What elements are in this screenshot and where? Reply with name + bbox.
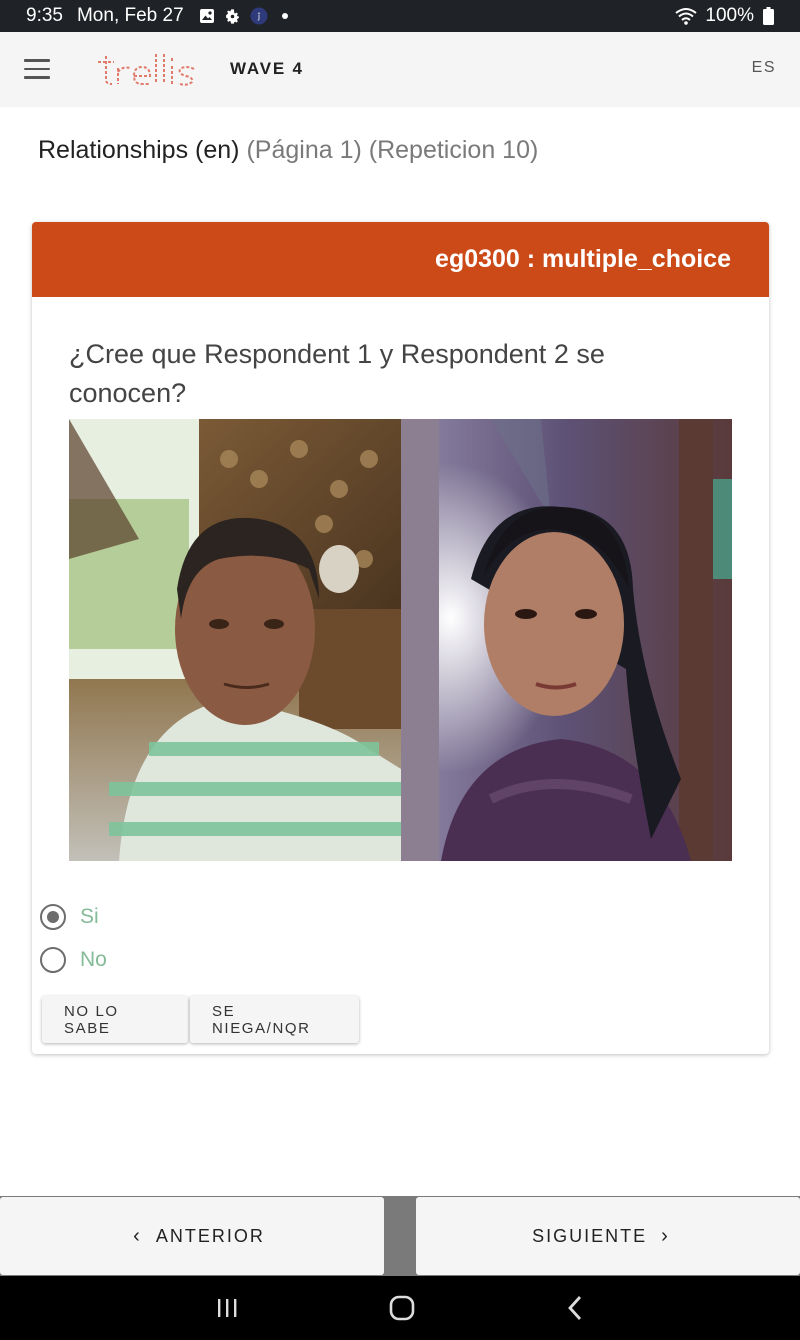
option-label: No <box>80 947 107 971</box>
status-time: 9:35 <box>26 5 63 26</box>
next-button[interactable]: SIGUIENTE › <box>416 1197 800 1275</box>
recent-apps-icon[interactable] <box>207 1292 247 1324</box>
dont-know-button[interactable]: NO LO SABE <box>42 996 188 1043</box>
previous-label: ANTERIOR <box>155 1225 265 1246</box>
answer-options: Si No <box>40 895 107 981</box>
question-id-type: eg0300 : multiple_choice <box>435 245 731 273</box>
study-title: WAVE 4 <box>230 59 304 78</box>
repetition-label: (Repeticion 10) <box>368 136 539 164</box>
respondent-photos <box>69 419 732 861</box>
system-navigation-bar <box>0 1276 800 1340</box>
section-name: Relationships (en) <box>38 136 240 164</box>
special-answer-buttons: NO LO SABE SE NIEGA/NQR <box>42 996 359 1043</box>
home-icon[interactable] <box>382 1292 422 1324</box>
respondent-1-photo <box>69 419 401 861</box>
question-text: ¿Cree que Respondent 1 y Respondent 2 se… <box>69 339 605 408</box>
status-bar: 9:35 Mon, Feb 27 ĵ 100% <box>0 0 800 32</box>
app-notification-icon: ĵ <box>250 7 268 25</box>
battery-icon <box>762 7 774 25</box>
page-number-label: (Página 1) <box>246 136 362 164</box>
wifi-icon <box>675 7 698 25</box>
question-card: eg0300 : multiple_choice ¿Cree que Respo… <box>32 222 769 1054</box>
settings-gear-icon <box>224 7 242 25</box>
refused-button[interactable]: SE NIEGA/NQR <box>190 996 359 1043</box>
option-si[interactable]: Si <box>40 895 107 938</box>
language-toggle-button[interactable]: ES <box>752 59 776 77</box>
respondent-2-photo <box>400 419 732 861</box>
battery-percent: 100% <box>705 5 754 26</box>
page-title: Relationships (en) (Página 1) (Repeticio… <box>38 136 538 165</box>
option-no[interactable]: No <box>40 938 107 981</box>
hamburger-menu-icon[interactable] <box>24 59 50 79</box>
app-bar: WAVE 4 ES <box>0 32 800 107</box>
option-label: Si <box>80 904 99 928</box>
radio-unselected-icon[interactable] <box>40 946 66 973</box>
chevron-left-icon: ‹ <box>133 1224 142 1247</box>
more-notifications-dot-icon <box>281 13 288 19</box>
previous-button[interactable]: ‹ ANTERIOR <box>0 1197 384 1275</box>
radio-selected-icon[interactable] <box>40 903 66 930</box>
next-label: SIGUIENTE <box>532 1225 648 1246</box>
status-date: Mon, Feb 27 <box>76 5 184 26</box>
back-icon[interactable] <box>556 1292 596 1324</box>
trellis-logo <box>94 50 210 90</box>
question-header: eg0300 : multiple_choice <box>32 222 769 297</box>
gallery-icon <box>198 7 216 25</box>
chevron-right-icon: › <box>661 1224 670 1247</box>
